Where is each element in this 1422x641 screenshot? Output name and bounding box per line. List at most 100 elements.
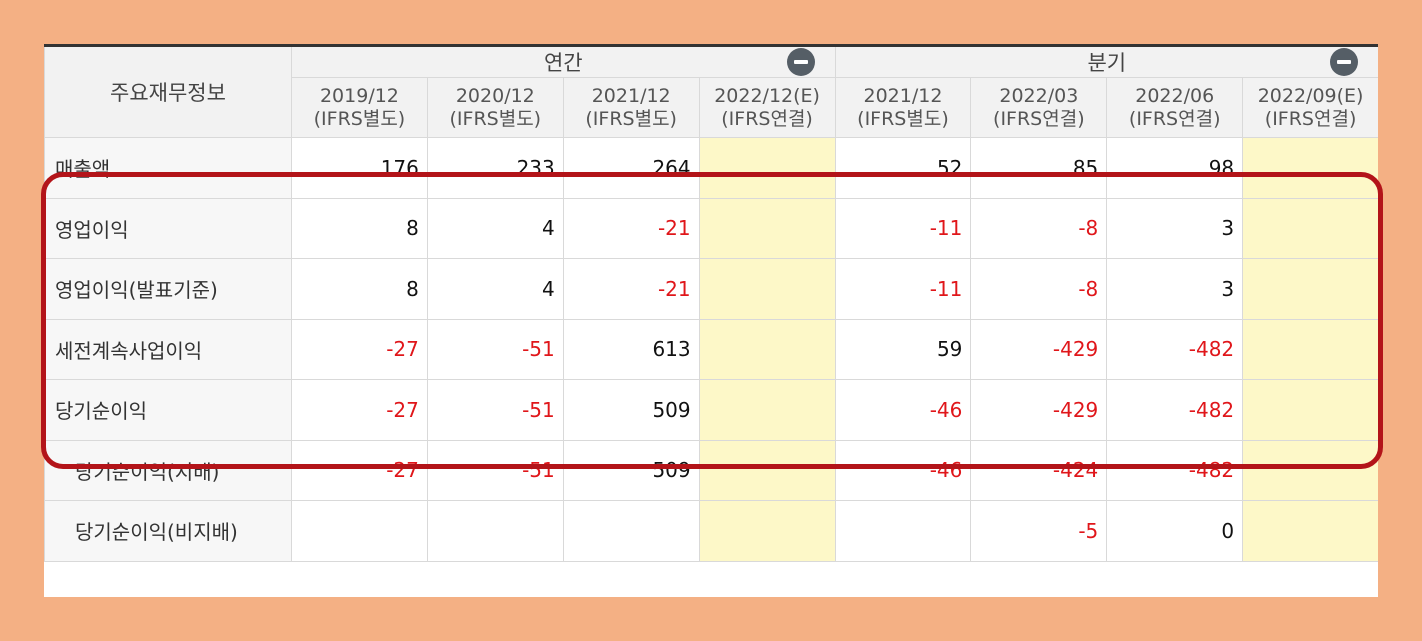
period-date: 2022/06: [1135, 84, 1215, 107]
value-cell: -11: [834, 258, 972, 320]
period-basis: (IFRS별도): [449, 107, 542, 130]
period-date: 2021/12: [591, 84, 671, 107]
value-cell: 613: [562, 318, 700, 380]
value-cell: 0: [1106, 500, 1244, 562]
period-basis: (IFRS연결): [721, 107, 813, 130]
value-cell: -27: [291, 379, 428, 441]
table-row: 영업이익 8 4 -21 -11 -8 3: [44, 197, 1378, 259]
table-row: 영업이익(발표기준) 8 4 -21 -11 -8 3: [44, 258, 1378, 320]
table-body: 매출액 176 233 264 52 85 98 영업이익 8 4 -21 -11 -8 3 영업이익(발표…: [44, 137, 1378, 562]
value-cell: 52: [834, 137, 972, 199]
period-header: 2020/12 (IFRS별도): [426, 77, 564, 138]
row-label: 세전계속사업이익: [44, 318, 292, 380]
period-header: 2022/06 (IFRS연결): [1106, 77, 1244, 138]
value-cell: 509: [562, 379, 700, 441]
value-cell: -429: [970, 318, 1108, 380]
period-date: 2022/09(E): [1257, 84, 1364, 107]
value-cell: -51: [426, 379, 564, 441]
value-cell: -5: [970, 500, 1108, 562]
value-cell: [698, 500, 836, 562]
value-cell: -8: [970, 258, 1108, 320]
value-cell: 98: [1106, 137, 1244, 199]
period-header: 2022/09(E) (IFRS연결): [1242, 77, 1378, 138]
period-date: 2021/12: [863, 84, 943, 107]
period-basis: (IFRS별도): [857, 107, 949, 130]
period-date: 2022/03: [999, 84, 1079, 107]
corner-header: 주요재무정보: [44, 44, 292, 138]
value-cell: 233: [426, 137, 564, 199]
row-label: 당기순이익(지배): [44, 439, 292, 501]
value-cell: -51: [426, 318, 564, 380]
annual-collapse-icon[interactable]: [786, 48, 815, 76]
period-header: 2019/12 (IFRS별도): [291, 77, 428, 138]
value-cell: -482: [1106, 439, 1244, 501]
value-cell: -8: [970, 197, 1108, 259]
value-cell: 4: [426, 258, 564, 320]
row-label: 당기순이익: [44, 379, 292, 441]
quarterly-group-label: 분기: [1087, 51, 1127, 75]
period-basis: (IFRS연결): [1128, 107, 1221, 130]
value-cell: -424: [970, 439, 1108, 501]
value-cell: [698, 379, 836, 441]
financial-summary-panel: 주요재무정보 연간 분기 2019/12 (IFRS별도) 2020/12 (IFRS…: [44, 44, 1378, 597]
value-cell: -46: [834, 439, 972, 501]
value-cell: [1242, 379, 1378, 441]
row-label: 매출액: [44, 137, 292, 199]
financial-table: 주요재무정보 연간 분기 2019/12 (IFRS별도) 2020/12 (IFRS…: [44, 44, 1378, 562]
value-cell: [291, 500, 428, 562]
value-cell: -429: [970, 379, 1108, 441]
value-cell: [1242, 258, 1378, 320]
period-date: 2022/12(E): [714, 84, 820, 107]
table-row: 당기순이익 -27 -51 509 -46 -429 -482: [44, 379, 1378, 441]
quarterly-group-header: 분기: [834, 44, 1378, 78]
period-basis: (IFRS별도): [313, 107, 406, 130]
value-cell: [698, 318, 836, 380]
value-cell: 3: [1106, 258, 1244, 320]
value-cell: [1242, 197, 1378, 259]
period-header: 2022/03 (IFRS연결): [970, 77, 1108, 138]
period-date: 2020/12: [455, 84, 535, 107]
row-label: 영업이익(발표기준): [44, 258, 292, 320]
value-cell: 4: [426, 197, 564, 259]
value-cell: 264: [562, 137, 700, 199]
value-cell: [1242, 500, 1378, 562]
value-cell: -11: [834, 197, 972, 259]
value-cell: 509: [562, 439, 700, 501]
period-basis: (IFRS별도): [585, 107, 677, 130]
period-header: 2021/12 (IFRS별도): [562, 77, 700, 138]
value-cell: 85: [970, 137, 1108, 199]
value-cell: -21: [562, 197, 700, 259]
table-row: 매출액 176 233 264 52 85 98: [44, 137, 1378, 199]
value-cell: -482: [1106, 379, 1244, 441]
value-cell: [562, 500, 700, 562]
value-cell: [834, 500, 972, 562]
value-cell: -482: [1106, 318, 1244, 380]
value-cell: -51: [426, 439, 564, 501]
period-header: 2022/12(E) (IFRS연결): [698, 77, 836, 138]
value-cell: 59: [834, 318, 972, 380]
value-cell: [1242, 137, 1378, 199]
value-cell: -46: [834, 379, 972, 441]
value-cell: 176: [291, 137, 428, 199]
value-cell: 8: [291, 197, 428, 259]
table-row: 당기순이익(비지배) -5 0: [44, 500, 1378, 562]
value-cell: [426, 500, 564, 562]
period-header: 2021/12 (IFRS별도): [834, 77, 972, 138]
value-cell: -21: [562, 258, 700, 320]
quarterly-collapse-icon[interactable]: [1330, 48, 1359, 76]
value-cell: [698, 137, 836, 199]
value-cell: -27: [291, 318, 428, 380]
table-row: 당기순이익(지배) -27 -51 509 -46 -424 -482: [44, 439, 1378, 501]
annual-group-header: 연간: [291, 44, 836, 78]
value-cell: 3: [1106, 197, 1244, 259]
value-cell: [698, 258, 836, 320]
value-cell: 8: [291, 258, 428, 320]
table-row: 세전계속사업이익 -27 -51 613 59 -429 -482: [44, 318, 1378, 380]
period-basis: (IFRS연결): [993, 107, 1085, 130]
value-cell: [698, 439, 836, 501]
value-cell: -27: [291, 439, 428, 501]
period-date: 2019/12: [319, 84, 399, 107]
value-cell: [1242, 439, 1378, 501]
row-label: 당기순이익(비지배): [44, 500, 292, 562]
value-cell: [698, 197, 836, 259]
